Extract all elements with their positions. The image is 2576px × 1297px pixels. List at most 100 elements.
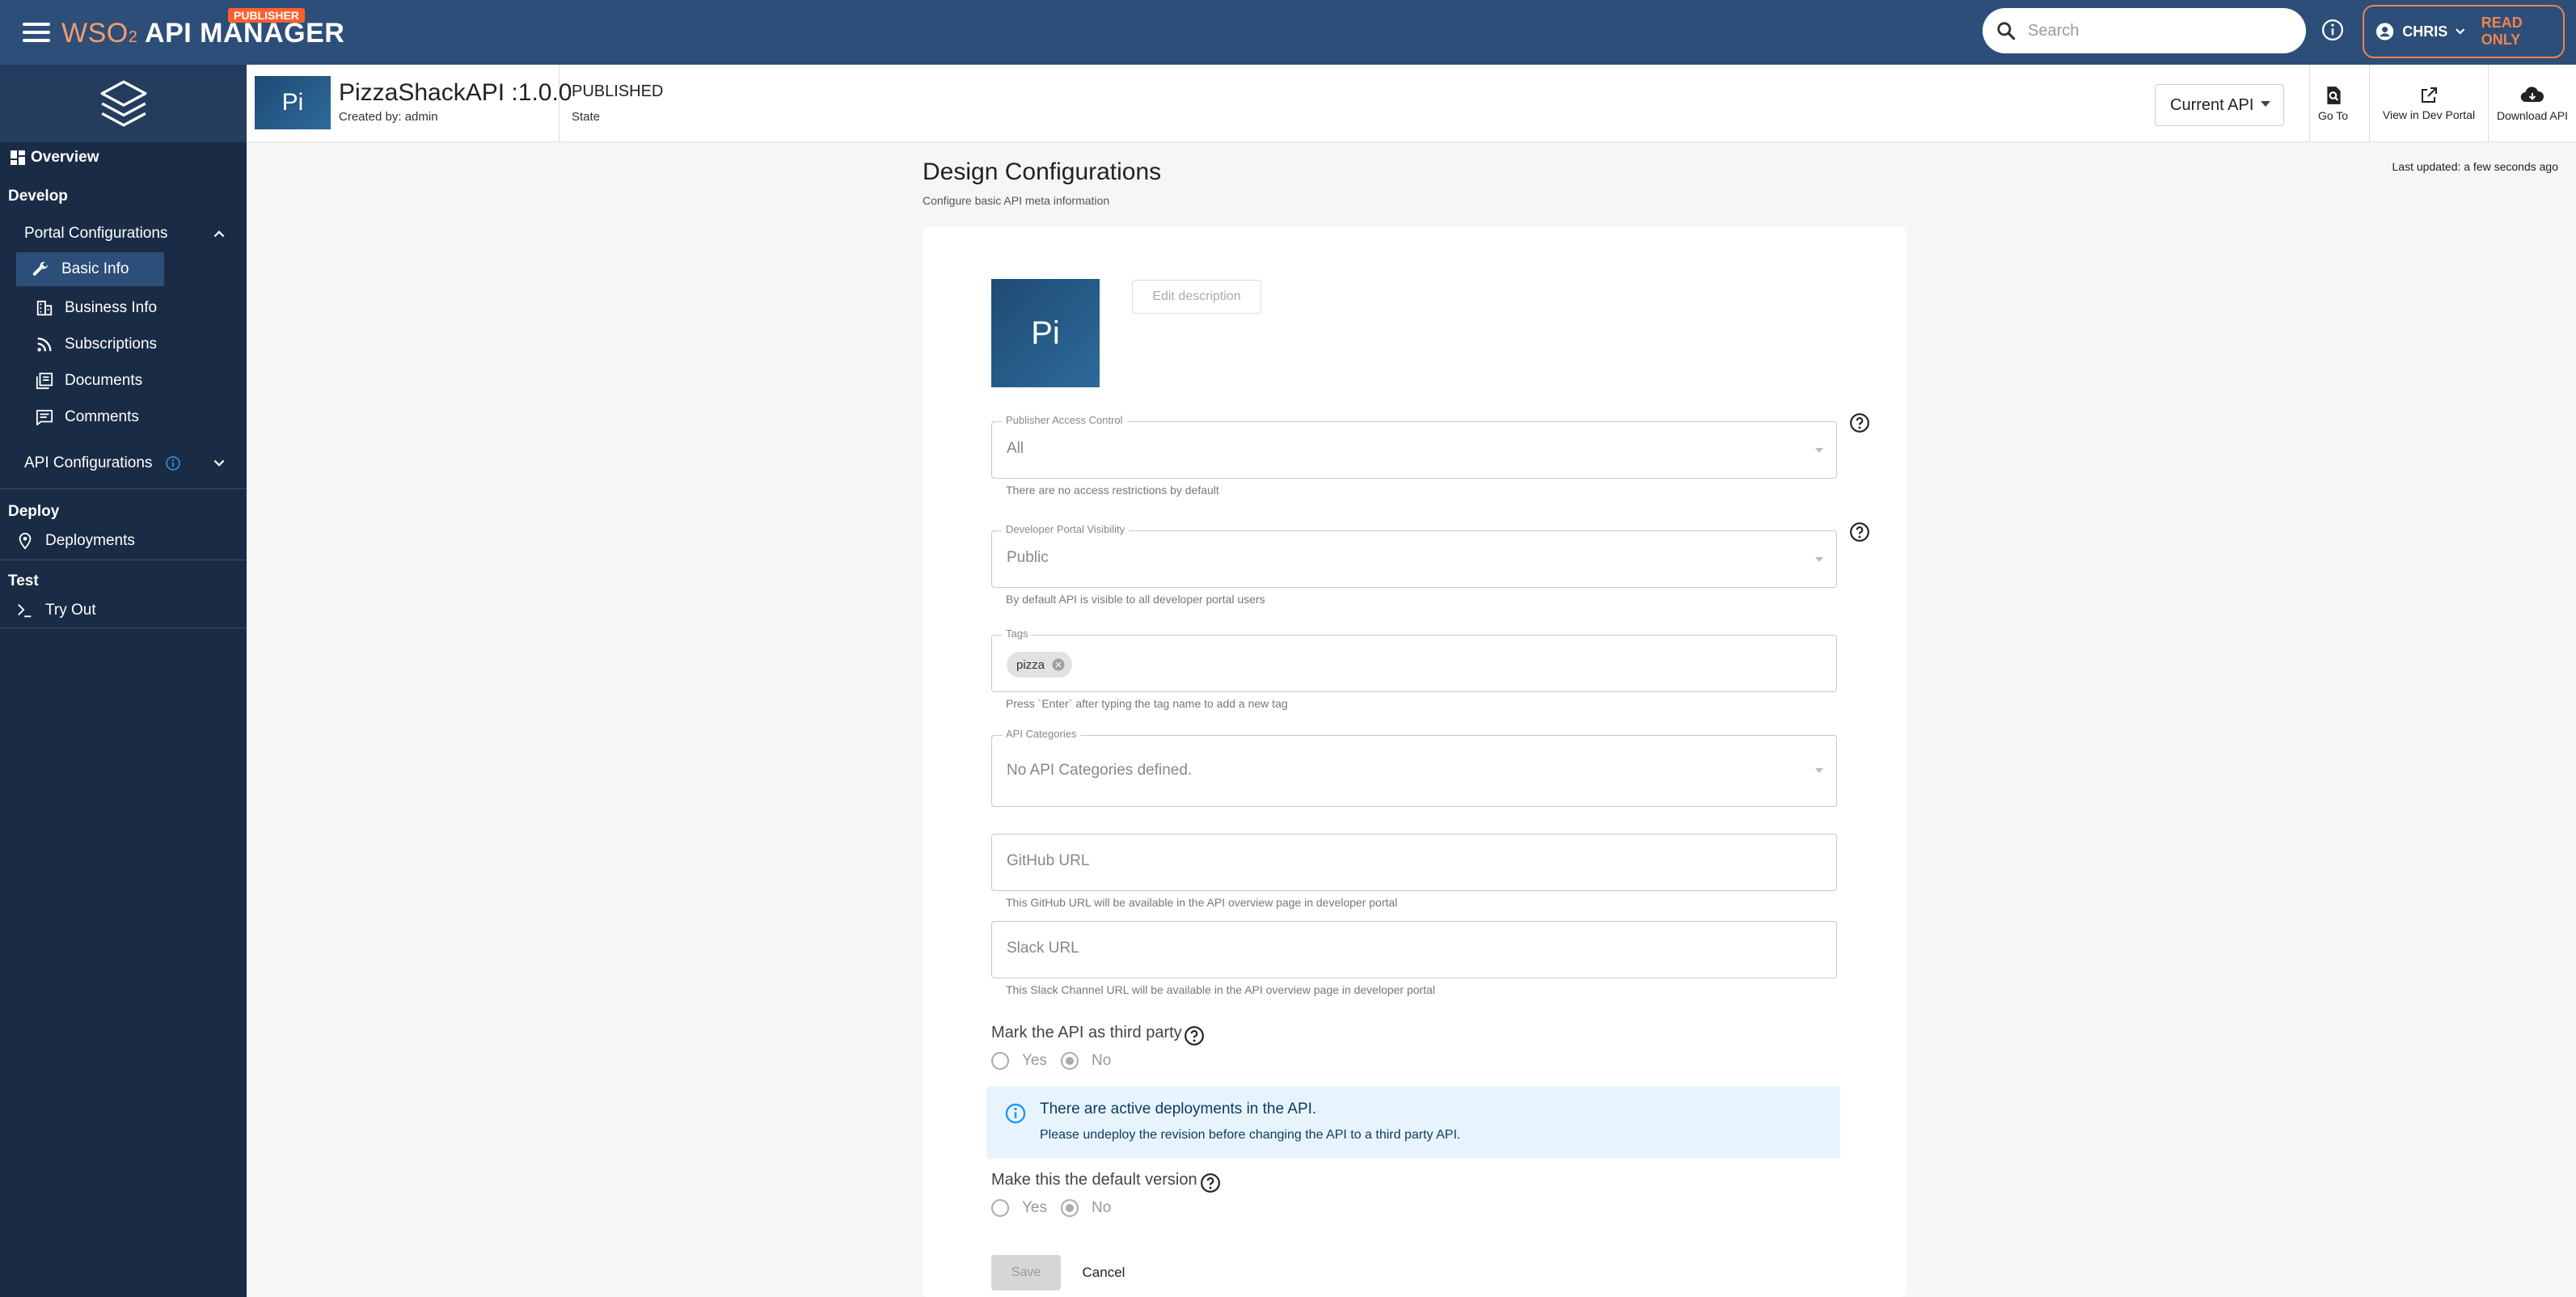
slack-url-field[interactable]: Slack URL	[991, 921, 1837, 978]
view-dev-portal-label: View in Dev Portal	[2382, 108, 2476, 121]
info-icon	[1005, 1103, 1026, 1124]
dropdown-caret-icon	[1815, 768, 1823, 773]
read-only-label: READ ONLY	[2481, 15, 2523, 48]
field-legend: API Categories	[1002, 728, 1081, 740]
cloud-download-icon	[2520, 87, 2544, 103]
info-icon[interactable]	[2321, 18, 2345, 42]
default-version-yes-radio[interactable]: Yes	[991, 1199, 1047, 1217]
open-in-new-icon	[2422, 87, 2437, 103]
sidebar-item-portal-configurations[interactable]: Portal Configurations	[24, 222, 226, 246]
current-api-select[interactable]: Current API	[2155, 84, 2284, 126]
sidebar-item-label: Documents	[65, 372, 143, 389]
download-api-label: Download API	[2497, 109, 2568, 122]
publisher-badge: PUBLISHER	[228, 8, 305, 23]
help-icon[interactable]	[1200, 1172, 1221, 1193]
find-in-page-icon	[2326, 87, 2341, 104]
helper-text: Press `Enter` after typing the tag name …	[1006, 697, 1288, 710]
menu-icon[interactable]	[23, 18, 50, 47]
publisher-access-select[interactable]: Publisher Access Control All	[991, 414, 1837, 479]
section-develop: Develop	[8, 188, 68, 205]
helper-text: By default API is visible to all develop…	[1006, 593, 1265, 606]
sidebar-item-basic-info[interactable]: Basic Info	[16, 252, 164, 286]
sidebar-item-label: Overview	[31, 149, 99, 166]
divider	[0, 488, 247, 489]
terminal-icon	[18, 604, 32, 618]
field-value: Public	[1007, 549, 1049, 566]
sidebar-item-label: Try Out	[45, 602, 96, 619]
alert-body: Please undeploy the revision before chan…	[1040, 1128, 1461, 1142]
wrench-icon	[32, 261, 49, 276]
help-icon[interactable]	[1184, 1025, 1205, 1046]
sidebar-item-label: Business Info	[65, 299, 158, 316]
default-version-question: Make this the default version	[991, 1171, 1197, 1189]
tags-input[interactable]: Tags pizza	[991, 627, 1837, 692]
sidebar-item-business-info[interactable]: Business Info	[36, 299, 157, 317]
default-version-no-radio[interactable]: No	[1061, 1199, 1111, 1217]
api-creator: Created by: admin	[339, 110, 438, 124]
search-icon	[1997, 22, 2016, 40]
dropdown-caret-icon	[1815, 557, 1823, 562]
divider	[0, 627, 247, 628]
account-icon	[2375, 23, 2394, 40]
sidebar-item-api-configurations[interactable]: API Configurations	[24, 451, 226, 475]
api-thumbnail[interactable]: Pi	[255, 76, 331, 129]
helper-text: This Slack Channel URL will be available…	[1006, 983, 1435, 996]
sidebar-item-label: Portal Configurations	[24, 225, 168, 242]
helper-text: This GitHub URL will be available in the…	[1006, 896, 1398, 909]
save-button[interactable]: Save	[991, 1255, 1061, 1291]
user-menu[interactable]: CHRIS READ ONLY	[2363, 5, 2565, 58]
sidebar: Overview Develop Portal Configurations B…	[0, 65, 247, 1297]
dropdown-caret-icon	[2261, 101, 2270, 107]
third-party-question: Mark the API as third party	[991, 1024, 1182, 1041]
info-alert: There are active deployments in the API.…	[986, 1086, 1840, 1159]
sidebar-item-deployments[interactable]: Deployments	[16, 532, 135, 550]
cancel-button[interactable]: Cancel	[1075, 1255, 1132, 1291]
api-categories-select[interactable]: API Categories No API Categories defined…	[991, 728, 1837, 807]
search-box[interactable]	[1983, 8, 2306, 53]
search-input[interactable]	[2028, 21, 2287, 40]
last-updated: Last updated: a few seconds ago	[2392, 160, 2558, 173]
sidebar-item-label: Comments	[65, 408, 139, 425]
third-party-yes-radio[interactable]: Yes	[991, 1052, 1047, 1070]
comment-icon	[36, 409, 53, 426]
page-subtitle: Configure basic API meta information	[923, 194, 1110, 207]
api-thumbnail-large[interactable]: Pi	[991, 279, 1100, 387]
sidebar-item-comments[interactable]: Comments	[36, 408, 139, 426]
sidebar-item-label: Basic Info	[61, 260, 129, 277]
help-icon[interactable]	[1849, 412, 1870, 433]
cancel-icon[interactable]	[1051, 657, 1066, 672]
chevron-down-icon	[2456, 28, 2465, 35]
sidebar-item-label: Deployments	[45, 532, 135, 549]
alert-title: There are active deployments in the API.	[1040, 1101, 1317, 1117]
info-icon	[166, 456, 181, 471]
field-legend: Publisher Access Control	[1002, 414, 1127, 426]
third-party-no-radio[interactable]: No	[1061, 1052, 1111, 1070]
business-icon	[36, 300, 53, 316]
github-url-field[interactable]: GitHub URL	[991, 834, 1837, 891]
download-api-button[interactable]: Download API	[2488, 65, 2576, 142]
edit-description-button[interactable]: Edit description	[1132, 280, 1261, 314]
sidebar-item-try-out[interactable]: Try Out	[16, 602, 96, 619]
radio-circle-selected	[1061, 1052, 1079, 1070]
radio-label: No	[1092, 1052, 1112, 1069]
help-icon[interactable]	[1849, 522, 1870, 543]
view-dev-portal-button[interactable]: View in Dev Portal	[2369, 65, 2488, 142]
sidebar-item-documents[interactable]: Documents	[36, 372, 142, 390]
section-test: Test	[8, 572, 39, 589]
app-bar: WSO2 API MANAGER PUBLISHER CHRIS READ ON…	[0, 0, 2576, 65]
sidebar-item-subscriptions[interactable]: Subscriptions	[36, 336, 157, 353]
radio-label: Yes	[1022, 1052, 1047, 1069]
page-title: Design Configurations	[923, 158, 1162, 185]
api-state-value: PUBLISHED	[572, 82, 664, 100]
go-to-button[interactable]: Go To	[2309, 65, 2356, 142]
radio-circle	[991, 1052, 1009, 1070]
sidebar-item-overview[interactable]: Overview	[10, 149, 99, 167]
api-state-label: State	[572, 110, 601, 124]
section-deploy: Deploy	[8, 503, 60, 520]
go-to-label: Go To	[2317, 109, 2349, 122]
dev-portal-visibility-select[interactable]: Developer Portal Visibility Public	[991, 523, 1837, 588]
divider	[559, 65, 560, 142]
tag-chip[interactable]: pizza	[1007, 652, 1073, 678]
radio-circle-selected	[1061, 1199, 1079, 1217]
library-books-icon	[36, 372, 53, 390]
